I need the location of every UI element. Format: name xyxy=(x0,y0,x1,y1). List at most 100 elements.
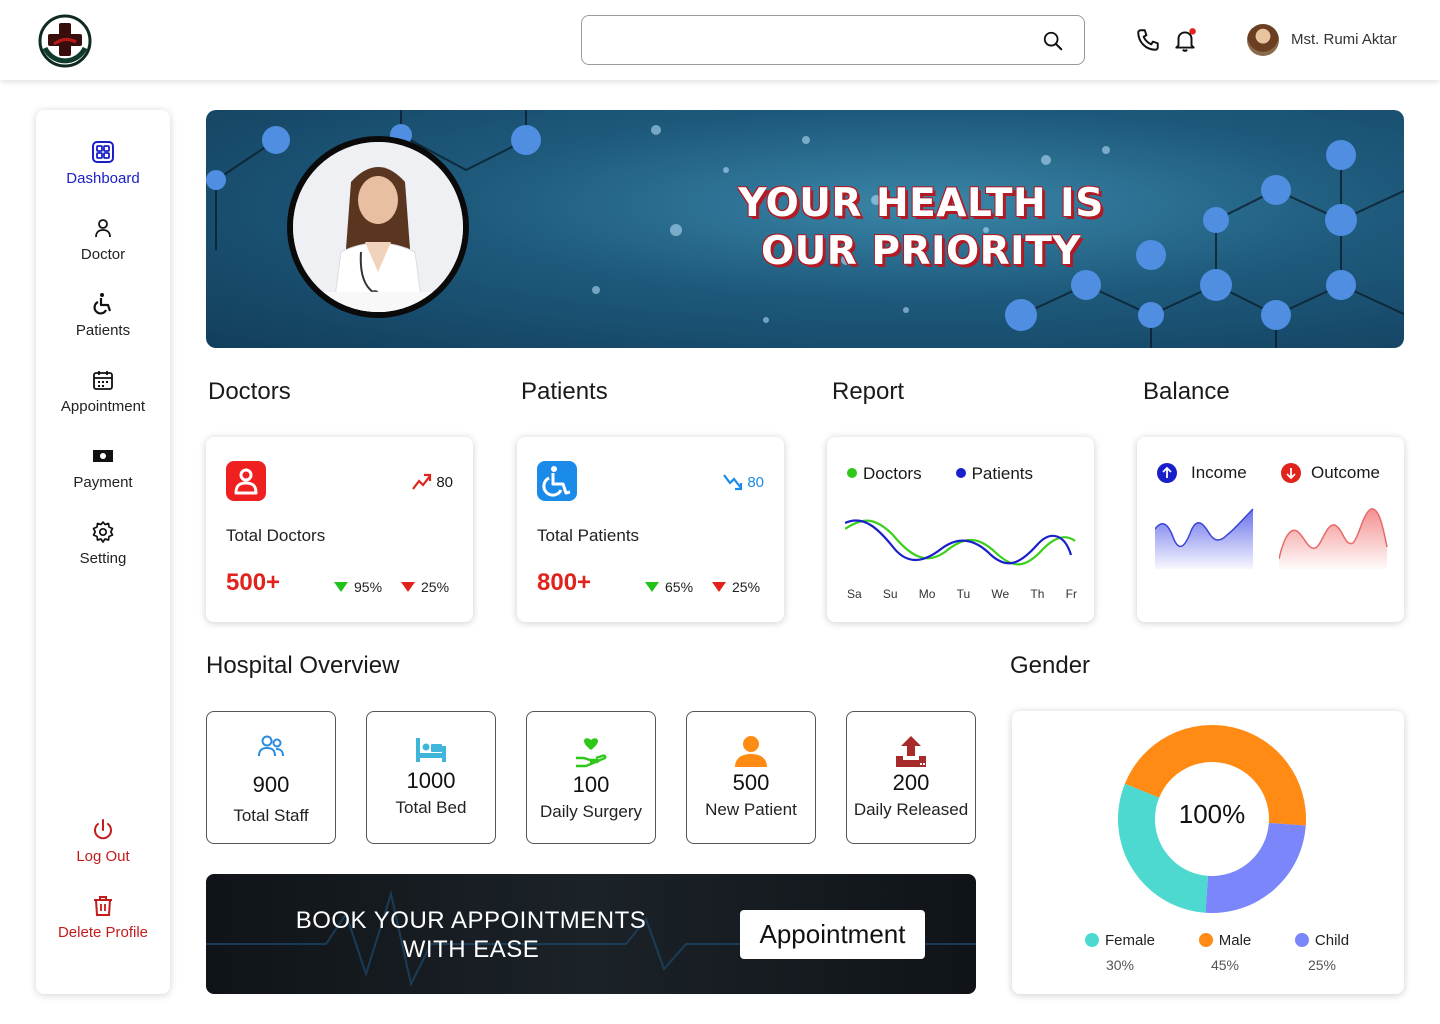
money-icon xyxy=(93,450,113,462)
doctors-down-pct: 25% xyxy=(421,579,450,595)
patients-trend: 80 xyxy=(723,473,764,491)
patients-total-value: 800+ xyxy=(537,569,592,596)
upload-tray-icon xyxy=(896,736,926,767)
overview-value: 100 xyxy=(572,772,610,797)
outcome-label: Outcome xyxy=(1311,463,1380,482)
overview-value: 1000 xyxy=(406,768,456,793)
overview-label: Total Bed xyxy=(395,798,467,817)
x-tick: Tu xyxy=(956,587,971,601)
overview-value: 200 xyxy=(892,770,930,795)
search-bar[interactable] xyxy=(581,15,1085,65)
report-legend: Doctors Patients xyxy=(847,464,1033,484)
power-icon xyxy=(94,819,112,840)
user-name[interactable]: Mst. Rumi Aktar xyxy=(1291,31,1397,48)
hospital-overview-title: Hospital Overview xyxy=(206,652,400,679)
user-avatar[interactable] xyxy=(1247,24,1279,56)
triangle-down-green-icon xyxy=(645,582,659,592)
wheelchair-icon xyxy=(93,293,112,315)
overview-daily-released[interactable]: 200 Daily Released xyxy=(846,711,976,844)
staff-group-icon xyxy=(258,735,284,757)
outcome-area-chart xyxy=(1279,508,1388,569)
grid-icon xyxy=(92,141,114,163)
doctors-trend-value: 80 xyxy=(436,473,453,491)
doctors-up-pct: 95% xyxy=(354,579,383,595)
legend-doctors-label: Doctors xyxy=(863,464,922,483)
male-color-dot xyxy=(1198,933,1213,947)
sidebar-item-payment[interactable]: Payment xyxy=(36,444,170,491)
doctors-trend: 80 xyxy=(412,473,453,491)
overview-label: Daily Surgery xyxy=(539,802,643,821)
doctors-total-value: 500+ xyxy=(226,569,281,596)
legend-female: Female 30% xyxy=(1072,932,1168,973)
search-icon[interactable] xyxy=(1042,30,1064,52)
arrow-down-circle-icon xyxy=(1281,463,1301,483)
overview-total-staff[interactable]: 900 Total Staff xyxy=(206,711,336,844)
legend-doctors: Doctors xyxy=(847,464,922,484)
sidebar-item-label: Doctor xyxy=(80,246,126,263)
patients-up-stat: 65% xyxy=(645,579,693,595)
notification-bell-icon[interactable] xyxy=(1172,27,1198,53)
legend-female-label: Female xyxy=(1104,932,1156,949)
x-tick: Su xyxy=(882,587,898,601)
patients-card-label: Total Patients xyxy=(537,526,640,545)
patients-card[interactable]: 80 Total Patients 800+ 65% 25% xyxy=(517,437,784,622)
sidebar-item-dashboard[interactable]: Dashboard xyxy=(36,140,170,187)
sidebar-item-setting[interactable]: Setting xyxy=(36,520,170,567)
legend-patients-label: Patients xyxy=(971,464,1034,483)
gender-card: 100% Female 30% Male 45% Child 25% xyxy=(1012,711,1404,994)
balance-card[interactable]: Income Outcome xyxy=(1137,437,1404,622)
triangle-down-red-icon xyxy=(401,582,415,592)
patients-line xyxy=(845,519,1073,565)
x-tick: Mo xyxy=(918,587,936,601)
logout-button[interactable]: Log Out xyxy=(36,818,170,865)
trend-down-icon xyxy=(723,474,743,491)
gender-section-title: Gender xyxy=(1010,652,1091,679)
logout-label: Log Out xyxy=(76,848,130,865)
income-area-chart xyxy=(1155,508,1254,569)
hospital-logo-icon[interactable] xyxy=(38,14,92,68)
overview-label: Daily Released xyxy=(853,800,969,819)
user-icon xyxy=(95,219,111,238)
triangle-down-green-icon xyxy=(334,582,348,592)
report-x-axis: Sa Su Mo Tu We Th Fr xyxy=(847,587,1077,601)
sidebar-item-patients[interactable]: Patients xyxy=(36,292,170,339)
delete-profile-button[interactable]: Delete Profile xyxy=(36,894,170,941)
hero-title: YOUR HEALTH IS OUR PRIORITY xyxy=(726,180,1116,276)
hero-title-line1: YOUR HEALTH IS xyxy=(738,181,1104,226)
doctors-down-stat: 25% xyxy=(401,579,449,595)
sidebar-item-label: Payment xyxy=(73,474,133,491)
doctors-up-stat: 95% xyxy=(334,579,382,595)
appointment-button[interactable]: Appointment xyxy=(740,910,925,959)
legend-female-pct: 30% xyxy=(1105,957,1135,973)
trend-up-icon xyxy=(412,473,432,490)
sidebar-item-doctor[interactable]: Doctor xyxy=(36,216,170,263)
child-color-dot xyxy=(1294,933,1309,947)
trash-icon xyxy=(94,896,112,916)
overview-value: 500 xyxy=(732,770,770,795)
hero-title-line2: OUR PRIORITY xyxy=(760,229,1082,274)
legend-child-pct: 25% xyxy=(1307,957,1337,973)
phone-icon[interactable] xyxy=(1135,27,1161,53)
legend-patients: Patients xyxy=(955,464,1034,484)
report-card[interactable]: Doctors Patients Sa Su Mo Tu We Th Fr xyxy=(827,437,1094,622)
outcome-legend: Outcome xyxy=(1281,463,1380,483)
doctors-card[interactable]: 80 Total Doctors 500+ 95% 25% xyxy=(206,437,473,622)
patients-trend-value: 80 xyxy=(747,473,764,491)
wheelchair-badge-icon xyxy=(537,461,577,501)
legend-male-pct: 45% xyxy=(1210,957,1240,973)
book-appointment-text: BOOK YOUR APPOINTMENTS WITH EASE xyxy=(266,906,676,964)
bed-icon xyxy=(416,738,446,762)
triangle-down-red-icon xyxy=(712,582,726,592)
book-appointment-banner: BOOK YOUR APPOINTMENTS WITH EASE Appoint… xyxy=(206,874,976,994)
overview-total-bed[interactable]: 1000 Total Bed xyxy=(366,711,496,844)
sidebar: Dashboard Doctor Patients Appointment Pa… xyxy=(36,110,170,994)
donut-slice-child xyxy=(1205,822,1306,913)
overview-new-patient[interactable]: 500 New Patient xyxy=(686,711,816,844)
patients-section-title: Patients xyxy=(521,378,608,405)
overview-daily-surgery[interactable]: 100 Daily Surgery xyxy=(526,711,656,844)
overview-label: Total Staff xyxy=(233,806,309,825)
x-tick: Th xyxy=(1030,587,1045,601)
sidebar-item-appointment[interactable]: Appointment xyxy=(36,368,170,415)
new-patient-icon xyxy=(735,736,767,767)
report-line-chart xyxy=(845,519,1076,566)
